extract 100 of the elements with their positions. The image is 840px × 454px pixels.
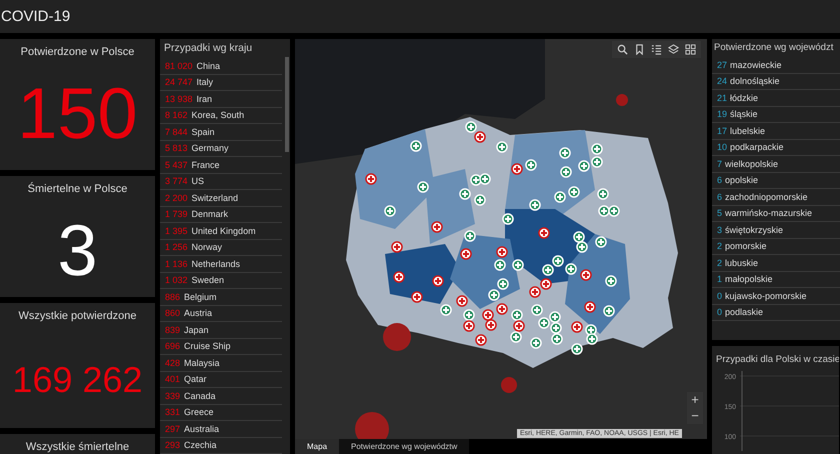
- case-count: 0: [717, 290, 722, 301]
- country-row[interactable]: 8 162 Korea, South: [160, 108, 282, 124]
- country-name: France: [192, 160, 220, 170]
- case-count: 339: [165, 390, 180, 401]
- case-count: 17: [717, 126, 728, 136]
- case-count: 1 395: [165, 226, 188, 236]
- country-row[interactable]: 13 938 Iran: [160, 91, 282, 108]
- country-row[interactable]: 24 747 Italy: [160, 74, 282, 91]
- panel-title: Potwierdzone wg województ: [713, 41, 834, 55]
- country-row[interactable]: 886 Belgium: [160, 289, 282, 306]
- country-name: Canada: [184, 390, 216, 401]
- country-name: Germany: [192, 143, 229, 154]
- layers-icon[interactable]: [668, 44, 679, 55]
- country-row[interactable]: 401 Qatar: [160, 372, 282, 388]
- map-tab[interactable]: Mapa: [295, 439, 340, 454]
- case-count: 428: [165, 358, 180, 368]
- country-name: Czechia: [184, 440, 217, 450]
- case-count: 6: [717, 175, 722, 186]
- province-row[interactable]: 0 kujawsko-pomorskie: [712, 288, 840, 304]
- country-row[interactable]: 331 Greece: [160, 404, 282, 421]
- case-count: 2: [717, 241, 722, 252]
- case-count: 860: [165, 308, 180, 318]
- case-count: 696: [165, 341, 180, 352]
- case-count: 331: [165, 407, 180, 418]
- province-name: zachodniopomorskie: [725, 192, 808, 202]
- scrollbar-thumb[interactable]: [285, 57, 289, 152]
- case-count: 3: [717, 224, 722, 235]
- country-row[interactable]: 1 395 United Kingdom: [160, 223, 282, 240]
- province-name: podkarpackie: [730, 142, 784, 152]
- country-row[interactable]: 1 136 Netherlands: [160, 256, 282, 272]
- province-name: podlaskie: [725, 307, 764, 318]
- country-name: Spain: [192, 126, 215, 137]
- country-name: Norway: [192, 242, 222, 252]
- country-row[interactable]: 1 032 Sweden: [160, 272, 282, 289]
- province-row[interactable]: 24 dolnośląskie: [712, 74, 840, 90]
- country-name: Qatar: [184, 374, 207, 384]
- province-name: kujawsko-pomorskie: [725, 290, 807, 301]
- case-count: 297: [165, 424, 180, 434]
- province-row[interactable]: 2 lubuskie: [712, 255, 840, 272]
- country-row[interactable]: 839 Japan: [160, 322, 282, 338]
- case-count: 10: [717, 142, 728, 152]
- province-name: świętokrzyskie: [725, 224, 784, 235]
- country-row[interactable]: 7 844 Spain: [160, 124, 282, 140]
- country-name: Netherlands: [192, 258, 240, 269]
- country-row[interactable]: 81 020 China: [160, 58, 282, 74]
- country-row[interactable]: 696 Cruise Ship: [160, 338, 282, 355]
- grid-icon[interactable]: [685, 44, 696, 55]
- country-name: China: [196, 60, 220, 71]
- province-row[interactable]: 19 śląskie: [712, 106, 840, 123]
- stat-label: Wszystkie potwierdzone: [18, 310, 136, 322]
- country-row[interactable]: 5 813 Germany: [160, 140, 282, 157]
- country-name: US: [192, 176, 204, 186]
- province-row[interactable]: 27 mazowieckie: [712, 57, 840, 74]
- province-row[interactable]: 6 zachodniopomorskie: [712, 189, 840, 206]
- country-row[interactable]: 1 739 Denmark: [160, 206, 282, 223]
- case-count: 2 200: [165, 192, 188, 203]
- province-row[interactable]: 6 opolskie: [712, 172, 840, 189]
- province-row[interactable]: 2 pomorskie: [712, 238, 840, 255]
- province-row[interactable]: 0 podlaskie: [712, 304, 840, 321]
- country-name: Australia: [184, 424, 220, 434]
- country-row[interactable]: 297 Australia: [160, 421, 282, 438]
- country-name: Italy: [196, 77, 214, 88]
- stat-label: Potwierdzone w Polsce: [20, 46, 134, 58]
- province-row[interactable]: 21 łódzkie: [712, 90, 840, 106]
- province-name: opolskie: [725, 175, 758, 186]
- case-count: 401: [165, 374, 180, 384]
- case-count: 3 774: [165, 176, 188, 186]
- country-row[interactable]: 293 Czechia: [160, 438, 282, 454]
- country-row[interactable]: 5 437 France: [160, 157, 282, 174]
- province-row[interactable]: 1 małopolskie: [712, 272, 840, 288]
- map-tab[interactable]: Potwierdzone wg województw: [339, 439, 470, 454]
- country-name: Greece: [184, 407, 214, 418]
- country-name: United Kingdom: [192, 226, 256, 236]
- case-count: 7 844: [165, 126, 188, 137]
- case-count: 886: [165, 292, 180, 302]
- province-row[interactable]: 3 świętokrzyskie: [712, 222, 840, 238]
- case-count: 1 739: [165, 209, 188, 220]
- country-name: Switzerland: [192, 192, 238, 203]
- province-row[interactable]: 7 wielkopolskie: [712, 156, 840, 172]
- country-row[interactable]: 428 Malaysia: [160, 355, 282, 372]
- country-name: Austria: [184, 308, 212, 318]
- country-row[interactable]: 860 Austria: [160, 306, 282, 322]
- province-row[interactable]: 17 lubelskie: [712, 123, 840, 140]
- panel-title: Przypadki wg kraju: [163, 41, 254, 56]
- province-row[interactable]: 10 podkarpackie: [712, 140, 840, 156]
- province-name: wielkopolskie: [725, 158, 778, 169]
- list-icon[interactable]: [651, 44, 662, 55]
- case-count: 1: [717, 274, 722, 284]
- country-row[interactable]: 1 256 Norway: [160, 240, 282, 256]
- province-name: śląskie: [730, 109, 758, 120]
- country-row[interactable]: 2 200 Switzerland: [160, 190, 282, 206]
- search-icon[interactable]: [617, 44, 628, 55]
- country-row[interactable]: 3 774 US: [160, 174, 282, 190]
- case-count: 6: [717, 192, 722, 202]
- case-count: 5 813: [165, 143, 188, 154]
- province-row[interactable]: 5 warmińsko-mazurskie: [712, 206, 840, 222]
- country-row[interactable]: 339 Canada: [160, 388, 282, 404]
- bookmark-icon[interactable]: [634, 44, 645, 55]
- stat-value: 3: [57, 215, 98, 287]
- country-name: Malaysia: [184, 358, 220, 368]
